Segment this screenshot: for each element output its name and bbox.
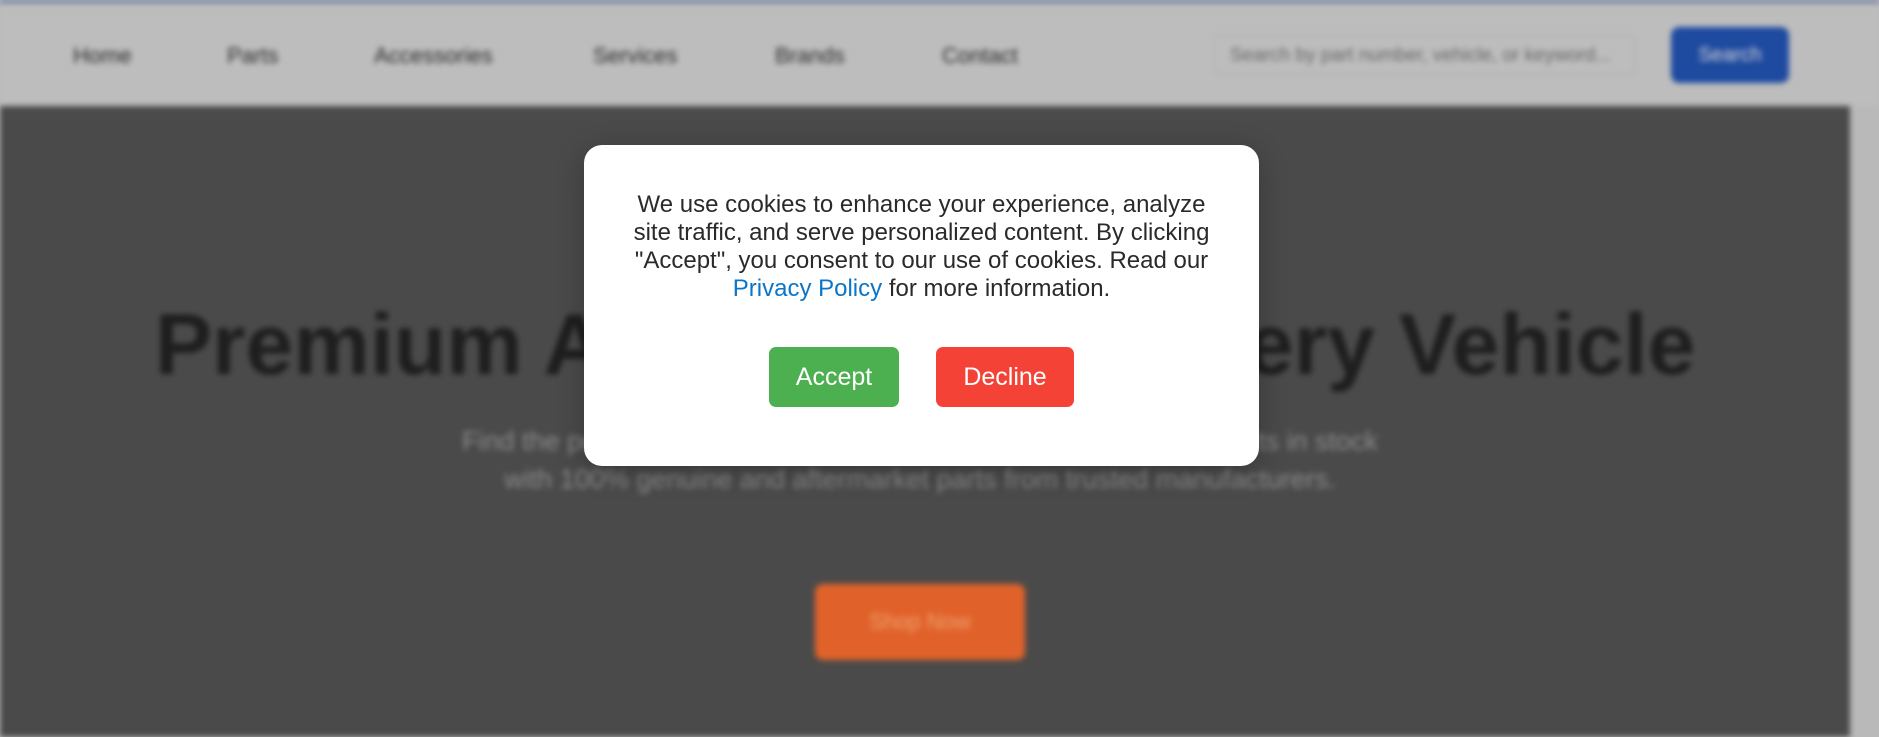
cookie-message-suffix: for more information. (888, 275, 1111, 302)
search-input[interactable]: Search by part number, vehicle, or keywo… (1215, 35, 1635, 75)
cookie-consent-modal: We use cookies to enhance your experienc… (584, 145, 1259, 466)
decline-button[interactable]: Decline (936, 347, 1074, 407)
privacy-policy-link[interactable]: Privacy Policy (733, 275, 882, 302)
nav-link-brands[interactable]: Brands (775, 43, 845, 69)
search-button[interactable]: Search (1671, 27, 1789, 83)
accept-button[interactable]: Accept (769, 347, 899, 407)
nav-link-home[interactable]: Home (73, 43, 132, 69)
cookie-consent-message: We use cookies to enhance your experienc… (624, 191, 1219, 303)
cookie-message-text: We use cookies to enhance your experienc… (633, 191, 1210, 274)
nav-link-accessories[interactable]: Accessories (374, 43, 493, 69)
shop-now-button[interactable]: Shop Now (815, 584, 1025, 660)
navbar: Home Parts Accessories Services Brands C… (0, 3, 1879, 105)
nav-link-services[interactable]: Services (593, 43, 677, 69)
nav-link-parts[interactable]: Parts (227, 43, 278, 69)
nav-link-contact[interactable]: Contact (942, 43, 1018, 69)
